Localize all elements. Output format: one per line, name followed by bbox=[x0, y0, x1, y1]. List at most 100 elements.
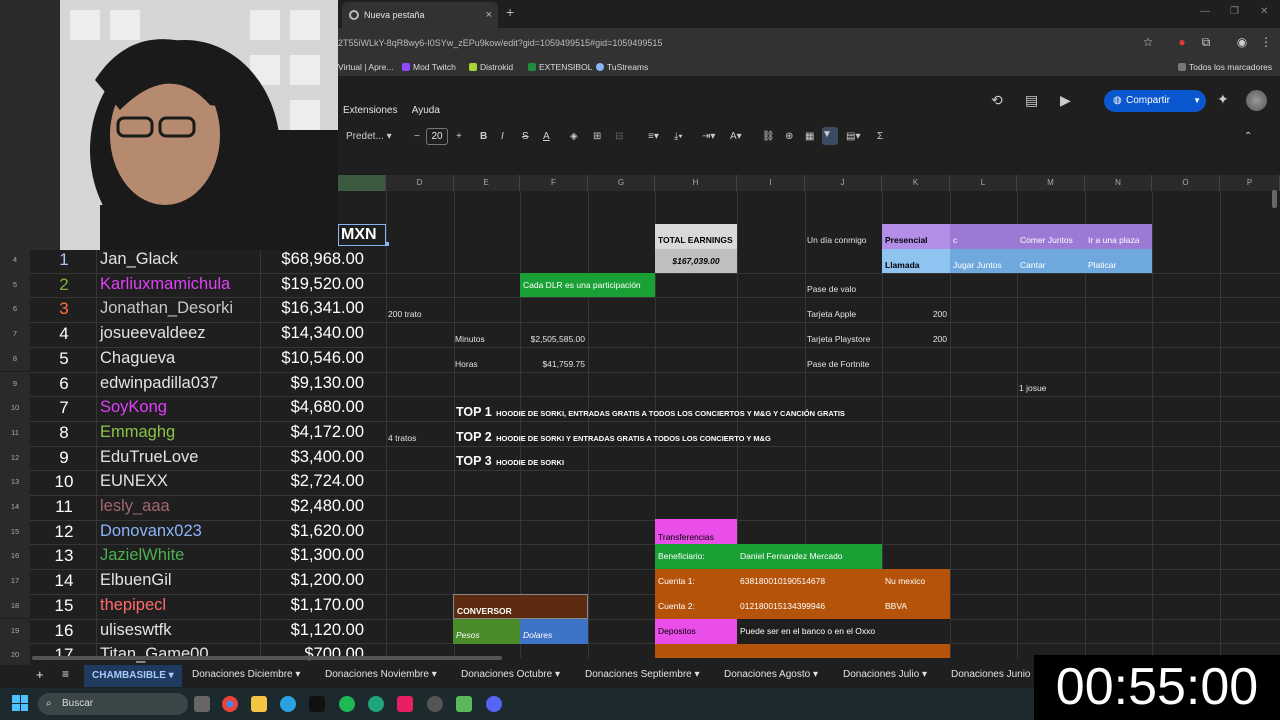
leaderboard-rank[interactable]: 8 bbox=[34, 423, 94, 443]
all-sheets-icon[interactable]: ≡ bbox=[62, 667, 69, 681]
column-header[interactable]: E bbox=[453, 175, 520, 191]
menu-extensiones[interactable]: Extensiones bbox=[343, 105, 397, 116]
column-header[interactable]: I bbox=[737, 175, 805, 191]
new-tab-button[interactable]: + bbox=[506, 4, 514, 20]
leaderboard-amount[interactable]: $68,968.00 bbox=[262, 250, 364, 269]
filter-views-icon[interactable]: ▤▾ bbox=[846, 129, 860, 145]
taskbar-search[interactable]: ⌕ Buscar bbox=[38, 693, 188, 715]
column-header[interactable]: P bbox=[1220, 175, 1280, 191]
leaderboard-name[interactable]: thepipecl bbox=[100, 596, 166, 615]
pesos-cell[interactable]: Pesos bbox=[453, 619, 520, 644]
column-header[interactable]: K bbox=[882, 175, 950, 191]
bookmark-item[interactable]: Mod Twitch bbox=[402, 60, 456, 74]
comment-icon[interactable]: ▤ bbox=[1025, 92, 1038, 109]
column-header[interactable]: L bbox=[950, 175, 1017, 191]
column-header-c[interactable] bbox=[338, 175, 386, 191]
task-view-icon[interactable] bbox=[194, 696, 210, 712]
leaderboard-rank[interactable]: 13 bbox=[34, 546, 94, 566]
column-header[interactable]: M bbox=[1017, 175, 1085, 191]
fill-color-icon[interactable]: ◈ bbox=[570, 129, 578, 145]
leaderboard-name[interactable]: Jan_Glack bbox=[100, 250, 178, 269]
leaderboard-name[interactable]: JazielWhite bbox=[100, 546, 184, 565]
valign-icon[interactable]: ⤓▾ bbox=[674, 129, 683, 145]
chrome-icon[interactable] bbox=[222, 696, 238, 712]
row-number[interactable]: 13 bbox=[0, 470, 30, 495]
bold-icon[interactable]: B bbox=[480, 129, 487, 145]
sheet-tab[interactable]: Donaciones Octubre ▾ bbox=[461, 669, 560, 680]
history-icon[interactable]: ⟲ bbox=[991, 92, 1003, 109]
leaderboard-amount[interactable]: $1,300.00 bbox=[262, 546, 364, 565]
sheet-tab[interactable]: Donaciones Diciembre ▾ bbox=[192, 669, 300, 680]
strikethrough-icon[interactable]: S bbox=[522, 129, 529, 145]
edge-icon[interactable] bbox=[368, 696, 384, 712]
file-explorer-icon[interactable] bbox=[251, 696, 267, 712]
leaderboard-name[interactable]: EUNEXX bbox=[100, 472, 168, 491]
leaderboard-amount[interactable]: $1,120.00 bbox=[262, 621, 364, 640]
leaderboard-rank[interactable]: 12 bbox=[34, 522, 94, 542]
font-select[interactable]: Predet... ▾ bbox=[346, 129, 392, 145]
sheet-tab[interactable]: Donaciones Septiembre ▾ bbox=[585, 669, 700, 680]
telegram-icon[interactable] bbox=[280, 696, 296, 712]
column-header[interactable]: F bbox=[520, 175, 588, 191]
bookmark-item[interactable]: Virtual | Apre... bbox=[338, 60, 393, 74]
bookmark-item[interactable]: EXTENSIBOL bbox=[528, 60, 592, 74]
gemini-icon[interactable]: ✦ bbox=[1217, 91, 1229, 108]
more-menu-icon[interactable]: ⋮ bbox=[1259, 35, 1273, 49]
italic-icon[interactable]: I bbox=[501, 129, 504, 145]
row-number[interactable]: 17 bbox=[0, 569, 30, 594]
leaderboard-amount[interactable]: $3,400.00 bbox=[262, 448, 364, 467]
column-header[interactable]: D bbox=[386, 175, 454, 191]
leaderboard-amount[interactable]: $700.00 bbox=[262, 645, 364, 664]
profile-icon[interactable]: ◉ bbox=[1235, 35, 1249, 49]
close-tab-icon[interactable]: × bbox=[486, 2, 492, 28]
leaderboard-name[interactable]: Titan_Game00 bbox=[100, 645, 209, 664]
font-size-input[interactable]: 20 bbox=[426, 128, 448, 145]
leaderboard-rank[interactable]: 3 bbox=[34, 299, 94, 319]
leaderboard-rank[interactable]: 1 bbox=[34, 250, 94, 270]
maximize-icon[interactable]: ❐ bbox=[1230, 6, 1239, 17]
column-header[interactable]: O bbox=[1152, 175, 1220, 191]
row-number[interactable]: 15 bbox=[0, 519, 30, 545]
leaderboard-rank[interactable]: 6 bbox=[34, 374, 94, 394]
sheet-tab[interactable]: Donaciones Agosto ▾ bbox=[724, 669, 818, 680]
wrap-icon[interactable]: ⇥▾ bbox=[702, 129, 715, 145]
row-number[interactable]: 14 bbox=[0, 495, 30, 520]
leaderboard-name[interactable]: lesly_aaa bbox=[100, 497, 170, 516]
obs-icon[interactable] bbox=[427, 696, 443, 712]
link-icon[interactable]: ⛓ bbox=[762, 129, 775, 145]
leaderboard-name[interactable]: uliseswtfk bbox=[100, 621, 172, 640]
decrease-font-icon[interactable]: − bbox=[414, 129, 420, 145]
row-number[interactable]: 7 bbox=[0, 322, 30, 347]
leaderboard-name[interactable]: ElbuenGil bbox=[100, 571, 172, 590]
leaderboard-amount[interactable]: $19,520.00 bbox=[262, 275, 364, 294]
leaderboard-rank[interactable]: 5 bbox=[34, 349, 94, 369]
row-number[interactable]: 5 bbox=[0, 272, 30, 298]
leaderboard-rank[interactable]: 15 bbox=[34, 596, 94, 616]
leaderboard-amount[interactable]: $1,170.00 bbox=[262, 596, 364, 615]
menu-ayuda[interactable]: Ayuda bbox=[412, 105, 440, 116]
selected-cell-mxn[interactable]: MXN bbox=[338, 224, 386, 246]
leaderboard-name[interactable]: Karliuxmamichula bbox=[100, 275, 230, 294]
discord-icon[interactable] bbox=[486, 696, 502, 712]
leaderboard-rank[interactable]: 2 bbox=[34, 275, 94, 295]
leaderboard-amount[interactable]: $4,680.00 bbox=[262, 398, 364, 417]
row-number[interactable]: 9 bbox=[0, 371, 30, 397]
leaderboard-name[interactable]: SoyKong bbox=[100, 398, 167, 417]
capcut-icon[interactable] bbox=[309, 696, 325, 712]
row-number[interactable]: 8 bbox=[0, 346, 30, 372]
avatar[interactable] bbox=[1246, 90, 1267, 111]
leaderboard-rank[interactable]: 7 bbox=[34, 398, 94, 418]
borders-icon[interactable]: ⊞ bbox=[593, 129, 601, 145]
leaderboard-name[interactable]: EduTrueLove bbox=[100, 448, 198, 467]
url-field[interactable]: 2T55iWLkY-8qR8wy6-I0SYw_zEPu9kow/edit?gi… bbox=[338, 33, 1158, 53]
bookmark-item[interactable]: TuStreams bbox=[596, 60, 648, 74]
leaderboard-name[interactable]: Chagueva bbox=[100, 349, 175, 368]
merge-icon[interactable]: ⊟ bbox=[615, 129, 623, 145]
text-color-icon[interactable]: A bbox=[543, 129, 550, 145]
add-comment-icon[interactable]: ⊕ bbox=[785, 129, 793, 145]
leaderboard-rank[interactable]: 10 bbox=[34, 472, 94, 492]
leaderboard-rank[interactable]: 11 bbox=[34, 497, 94, 517]
leaderboard-amount[interactable]: $14,340.00 bbox=[262, 324, 364, 343]
filter-icon[interactable]: ▼ bbox=[822, 127, 838, 145]
leaderboard-rank[interactable]: 4 bbox=[34, 324, 94, 344]
